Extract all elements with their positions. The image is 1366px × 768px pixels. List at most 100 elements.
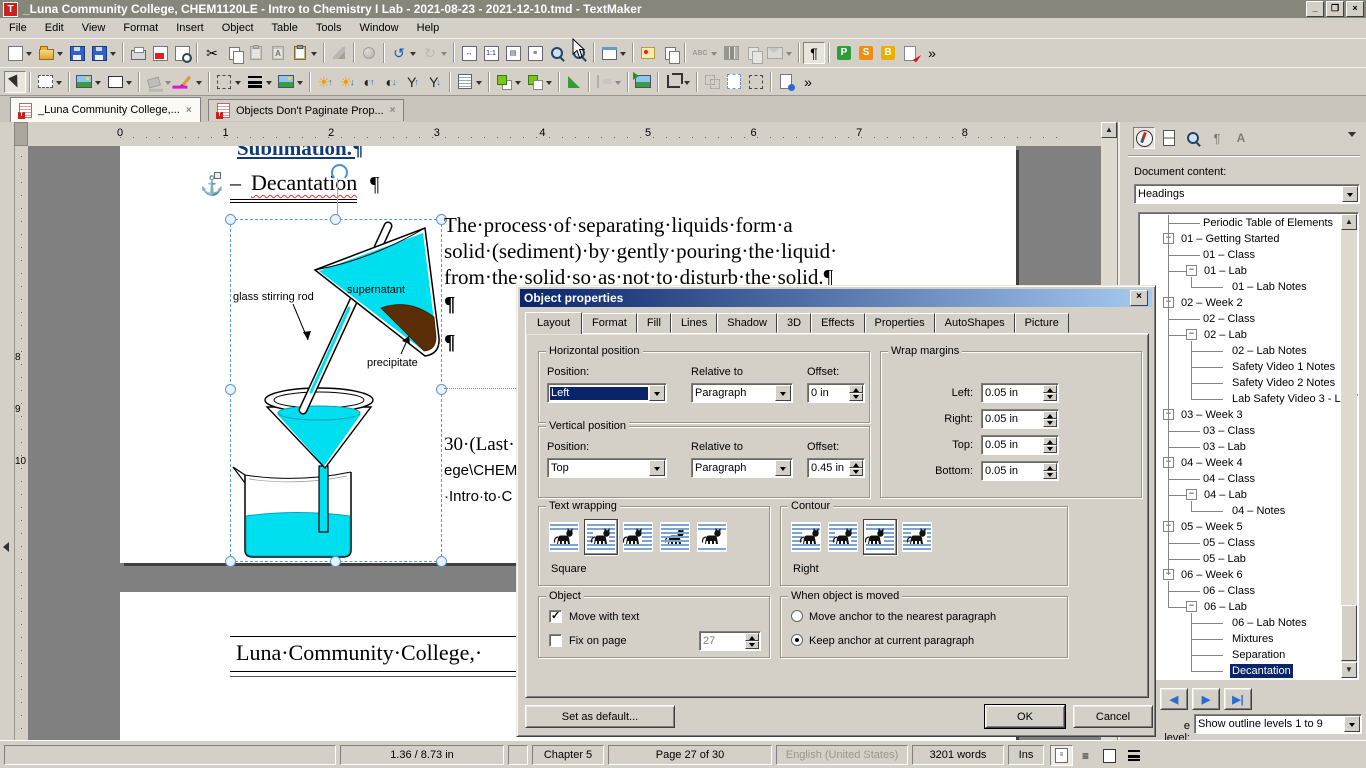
collapse-arrow-icon[interactable] [3,542,9,552]
view-continuous-button[interactable]: ≡ [1074,745,1097,766]
insert-picture-button[interactable] [73,71,104,93]
tree-item-label[interactable]: 02 – Class [1201,312,1257,326]
view-object-mode-button[interactable]: ▤ [502,42,524,64]
h-position-select[interactable]: Left [547,383,667,403]
dropdown-arrow-icon[interactable] [26,52,32,59]
tree-item[interactable]: −06 – Week 6 [1139,567,1342,583]
align-objects-button[interactable] [593,71,624,93]
tree-item[interactable]: −03 – Week 3 [1139,407,1342,423]
text-wrapping-button[interactable] [454,71,485,93]
tree-item[interactable]: −06 – Lab [1139,599,1342,615]
page2-heading[interactable]: Luna·Community·College,· [236,640,482,666]
paste-options-button[interactable] [289,42,320,64]
tree-item[interactable]: Lab Safety Video 3 - Lab T [1139,391,1342,407]
dropdown-arrow-icon[interactable] [410,52,416,59]
tree-item-label[interactable]: 05 – Class [1201,536,1257,550]
tree-item[interactable]: 02 – Lab Notes [1139,343,1342,359]
paste-button[interactable] [245,42,267,64]
body-paragraph[interactable]: The·process·of·separating·liquids·form·a… [444,212,837,290]
send-to-back-button[interactable] [524,71,555,93]
tree-item[interactable]: −02 – Week 2 [1139,295,1342,311]
spin-up-icon[interactable] [849,460,863,468]
menu-table[interactable]: Table [263,19,307,37]
tree-item[interactable]: −05 – Week 5 [1139,519,1342,535]
toolbar-overflow-button[interactable]: » [921,42,943,64]
gamma-down-button[interactable]: Y↓ [424,71,446,93]
wrap-right-spinner[interactable]: 0.05 in [981,409,1059,429]
keep-anchor-radio[interactable] [791,634,803,646]
contour-option-largest-side[interactable] [900,519,934,555]
border-style-button[interactable] [213,71,244,93]
dropdown-arrow-icon[interactable] [165,81,171,88]
dropdown-arrow-icon[interactable] [649,460,665,476]
wrap-option-top-and-bottom[interactable] [695,519,729,555]
tree-item-label[interactable]: Separation [1230,648,1287,662]
format-painter-button[interactable] [328,42,350,64]
spellcheck-button[interactable]: ABC [689,42,720,64]
dropdown-arrow-icon[interactable] [95,81,101,88]
dialog-tab-lines[interactable]: Lines [671,313,717,333]
gamma-up-button[interactable]: Y↑ [402,71,424,93]
tree-item[interactable]: Safety Video 1 Notes [1139,359,1342,375]
dropdown-arrow-icon[interactable] [126,81,132,88]
dropdown-arrow-icon[interactable] [1344,716,1360,732]
brightness-up-button[interactable]: ☀↑ [314,71,336,93]
tree-item-label[interactable]: 03 – Class [1201,424,1257,438]
tree-item[interactable]: Safety Video 2 Notes [1139,375,1342,391]
view-full-page-button[interactable]: ≡ [524,42,546,64]
close-button[interactable]: × [1346,1,1364,17]
cancel-button[interactable]: Cancel [1073,705,1153,728]
spin-down-icon[interactable] [1043,393,1057,401]
tree-item-label[interactable]: Lab Safety Video 3 - Lab T [1230,392,1359,406]
sidebar-navigator-button[interactable] [1133,127,1155,149]
tree-item[interactable]: 03 – Lab [1139,439,1342,455]
tree-item-label[interactable]: 01 – Lab [1202,264,1249,278]
decantation-figure[interactable]: glass stirring rod supernatant precipita… [231,220,441,561]
dropdown-arrow-icon[interactable] [441,52,447,59]
textmaker-edit-button[interactable] [899,42,921,64]
tree-item[interactable]: 04 – Class [1139,471,1342,487]
tree-item[interactable]: 03 – Class [1139,423,1342,439]
tree-item-label[interactable]: 05 – Week 5 [1179,520,1245,534]
view-fullpage-button[interactable] [1098,745,1121,766]
basicmaker-button[interactable]: B [877,42,899,64]
dropdown-arrow-icon[interactable] [711,52,717,59]
tree-item-label[interactable]: 03 – Lab [1201,440,1248,454]
tree-item-label[interactable]: 06 – Class [1201,584,1257,598]
dropdown-arrow-icon[interactable] [266,81,272,88]
v-offset-spinner[interactable]: 0.45 in [807,458,865,478]
tree-item-label[interactable]: 02 – Lab [1202,328,1249,342]
new-document-button[interactable] [4,42,35,64]
dropdown-arrow-icon[interactable] [615,81,621,88]
view-actual-size-button[interactable]: 1:1 [480,42,502,64]
dialog-tab-fill[interactable]: Fill [637,313,671,333]
document-tab-label[interactable]: Objects Don't Paginate Prop... [236,105,384,117]
status-chapter[interactable]: Chapter 5 [532,745,604,765]
crop-picture-button[interactable] [662,71,693,93]
dialog-tab-autoshapes[interactable]: AutoShapes [935,313,1015,333]
nav-next-button[interactable]: ▶ [1192,688,1220,710]
picture-frame-button[interactable] [275,71,306,93]
v-position-select[interactable]: Top [547,458,667,478]
group-objects-button[interactable] [701,71,723,93]
selected-figure-frame[interactable]: glass stirring rod supernatant precipita… [230,219,442,562]
tree-item-label[interactable]: Periodic Table of Elements [1201,216,1335,230]
spin-up-icon[interactable] [745,633,759,641]
menu-file[interactable]: File [0,19,36,37]
tree-item[interactable]: Mixtures [1139,631,1342,647]
ok-button[interactable]: OK [985,705,1065,728]
dialog-tab-effects[interactable]: Effects [811,313,864,333]
menu-view[interactable]: View [73,19,115,37]
h-offset-spinner[interactable]: 0 in [807,383,865,403]
tree-item-label[interactable]: 06 – Lab Notes [1230,616,1309,630]
tree-item[interactable]: 04 – Notes [1139,503,1342,519]
tree-item-label[interactable]: 01 – Class [1201,248,1257,262]
dialog-tab-format[interactable]: Format [582,313,637,333]
zoom-tool-button[interactable] [546,42,568,64]
move-anchor-radio[interactable] [791,610,803,622]
menu-window[interactable]: Window [351,19,408,37]
dialog-tab-properties[interactable]: Properties [865,313,935,333]
undo-button[interactable]: ↺ [388,42,419,64]
export-pdf-button[interactable] [149,42,171,64]
document-content-select[interactable]: Headings [1134,184,1360,204]
